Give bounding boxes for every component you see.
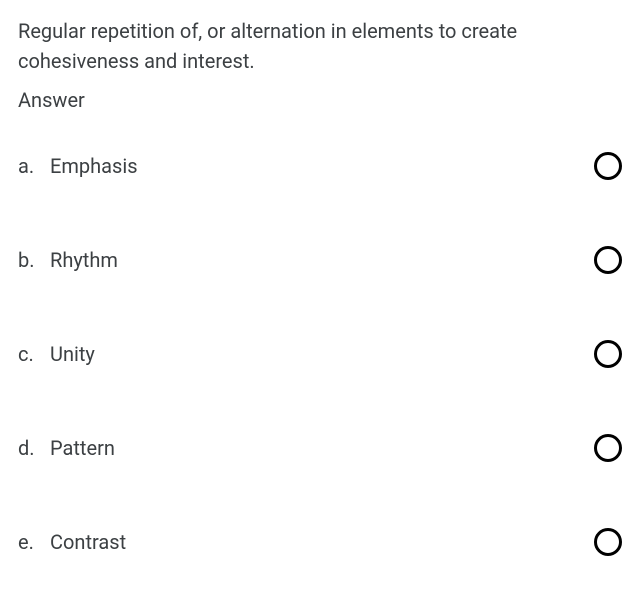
option-letter: d. [18,436,50,460]
option-letter: c. [18,342,50,366]
options-list: a. Emphasis b. Rhythm c. Unity d. Patter… [18,152,622,556]
option-text: d. Pattern [18,436,115,460]
radio-button[interactable] [594,340,622,368]
option-label: Pattern [50,436,115,460]
option-row[interactable]: d. Pattern [18,434,622,462]
option-letter: a. [18,154,50,178]
option-row[interactable]: b. Rhythm [18,246,622,274]
option-text: c. Unity [18,342,95,366]
option-text: a. Emphasis [18,154,138,178]
option-row[interactable]: a. Emphasis [18,152,622,180]
option-label: Emphasis [50,154,138,178]
option-row[interactable]: e. Contrast [18,528,622,556]
option-label: Rhythm [50,248,118,272]
option-label: Contrast [50,530,126,554]
option-letter: b. [18,248,50,272]
option-text: e. Contrast [18,530,126,554]
radio-button[interactable] [594,246,622,274]
question-text: Regular repetition of, or alternation in… [18,16,622,76]
radio-button[interactable] [594,528,622,556]
option-label: Unity [50,342,95,366]
option-letter: e. [18,530,50,554]
radio-button[interactable] [594,434,622,462]
option-row[interactable]: c. Unity [18,340,622,368]
answer-label: Answer [18,88,622,112]
option-text: b. Rhythm [18,248,118,272]
radio-button[interactable] [594,152,622,180]
